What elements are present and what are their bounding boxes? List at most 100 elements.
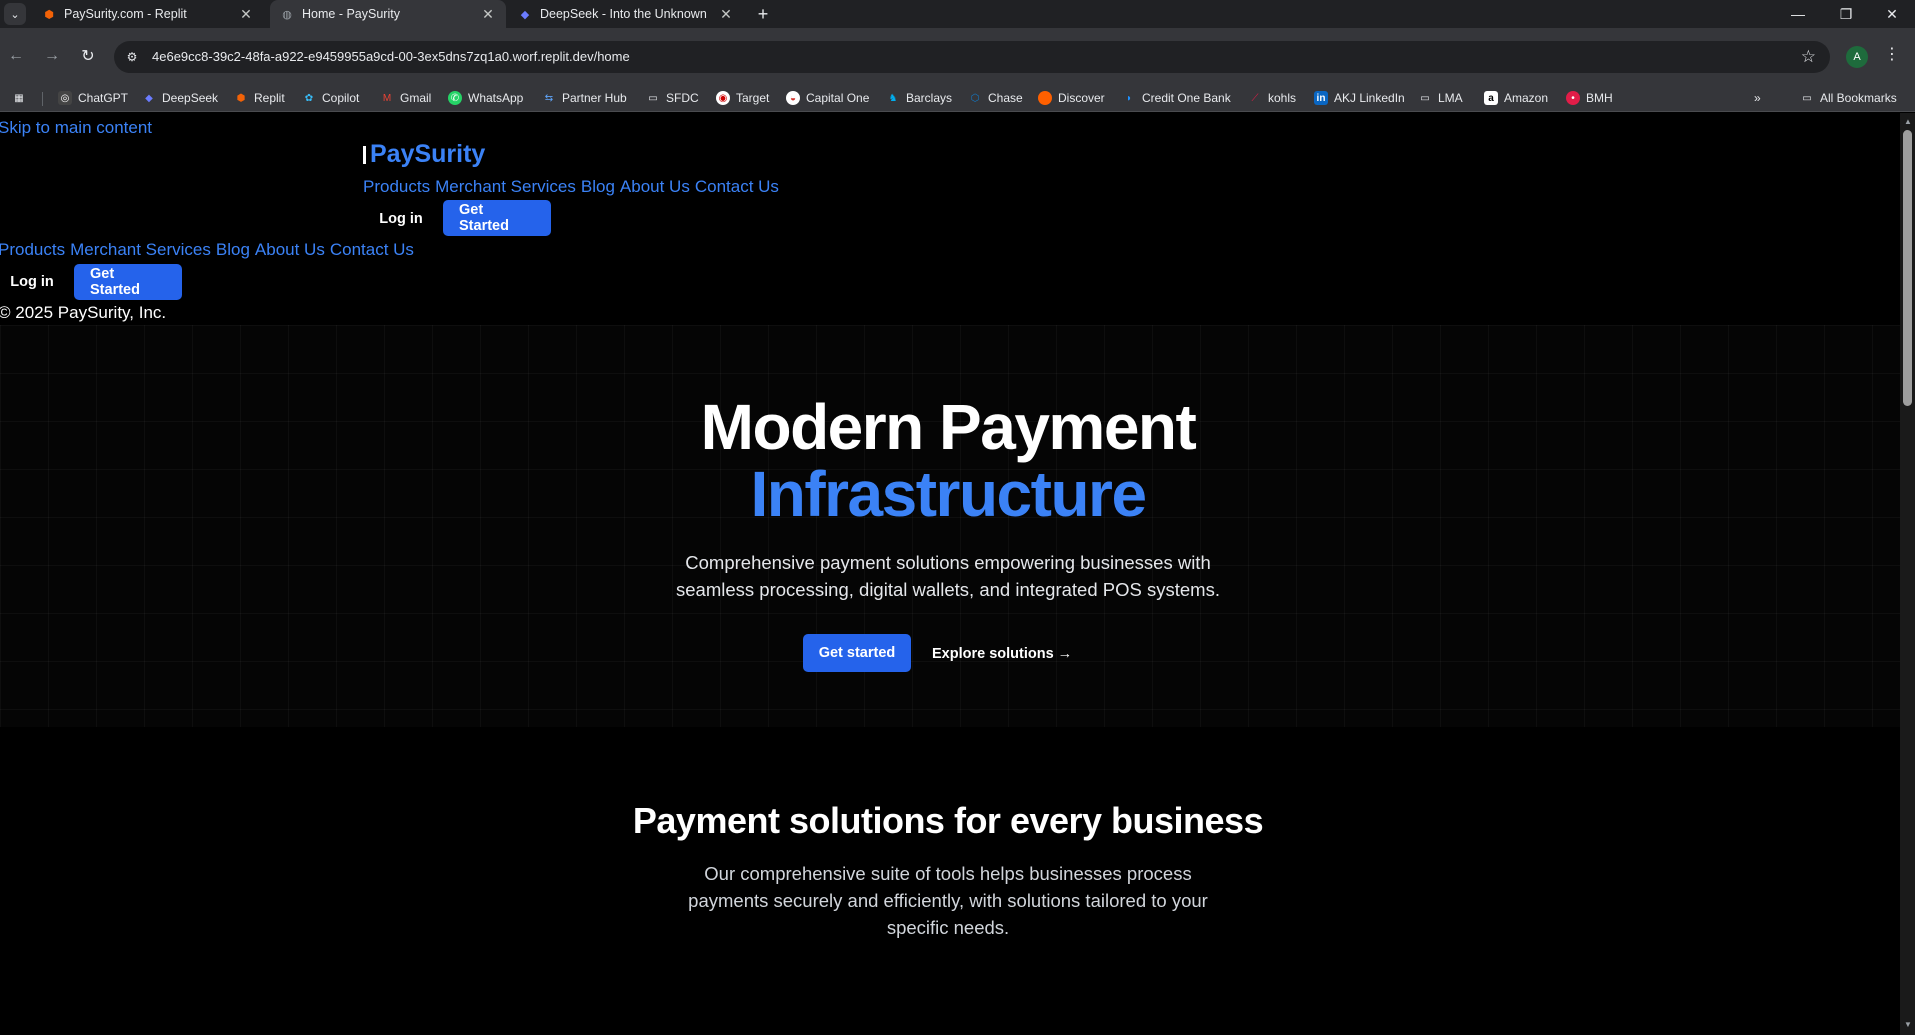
close-icon[interactable]: ✕ — [480, 6, 496, 23]
kohls-icon: ⟋ — [1251, 92, 1259, 104]
reload-icon[interactable]: ↻ — [78, 44, 98, 68]
bookmark-label: DeepSeek — [162, 91, 219, 105]
bookmark-divider — [42, 92, 43, 106]
chatgpt-icon: ◎ — [58, 91, 72, 105]
partner-hub-icon: ⇆ — [544, 92, 554, 104]
bookmark-label: BMH — [1586, 91, 1613, 105]
bookmark-gmail[interactable]: M Gmail — [380, 89, 432, 107]
all-bookmarks[interactable]: ▭ All Bookmarks — [1800, 89, 1897, 107]
close-icon[interactable]: ✕ — [718, 6, 734, 23]
get-started-button[interactable]: Get Started — [443, 200, 551, 236]
credit-one-icon: ◗ — [1125, 92, 1133, 104]
brand-name: PaySurity — [370, 140, 486, 168]
address-bar[interactable]: ⚙ 4e6e9cc8-39c2-48fa-a922-e9459955a9cd-0… — [114, 41, 1830, 73]
bookmark-sfdc[interactable]: ▭ SFDC — [646, 89, 698, 107]
replit-icon: ⬢ — [44, 8, 54, 21]
profile-avatar[interactable]: A — [1846, 46, 1868, 68]
all-bookmarks-label: All Bookmarks — [1820, 91, 1897, 105]
chase-icon: ⬡ — [970, 92, 980, 104]
login-button[interactable]: Log in — [369, 202, 433, 236]
close-icon[interactable]: ✕ — [238, 6, 254, 23]
nav-merchant-services[interactable]: Merchant Services — [435, 177, 576, 197]
bookmark-copilot[interactable]: ✿ Copilot — [302, 89, 360, 107]
nav-merchant-services[interactable]: Merchant Services — [70, 240, 211, 260]
tab-deepseek[interactable]: ◆ DeepSeek - Into the Unknown ✕ — [508, 0, 744, 28]
bookmark-label: Target — [736, 91, 770, 105]
nav-blog[interactable]: Blog — [216, 240, 250, 260]
restore-icon[interactable]: ❐ — [1823, 0, 1869, 28]
discover-icon — [1038, 91, 1052, 105]
bookmark-partner-hub[interactable]: ⇆ Partner Hub — [542, 89, 627, 107]
deepseek-icon: ◆ — [145, 92, 153, 104]
bookmark-chase[interactable]: ⬡ Chase — [968, 89, 1023, 107]
apps-grid-icon[interactable]: ▦ — [12, 89, 26, 107]
section-subtitle: Our comprehensive suite of tools helps b… — [688, 863, 1208, 938]
nav-about-us[interactable]: About Us — [255, 240, 325, 260]
bookmark-label: Replit — [254, 91, 285, 105]
bookmark-barclays[interactable]: ♞ Barclays — [886, 89, 953, 107]
section-title: Payment solutions for every business — [632, 800, 1264, 841]
bookmark-label: Gmail — [400, 91, 432, 105]
tab-title: DeepSeek - Into the Unknown — [540, 7, 707, 21]
window-close-icon[interactable]: ✕ — [1869, 0, 1915, 28]
nav-products[interactable]: Products — [0, 240, 65, 260]
bookmark-label: Copilot — [322, 91, 360, 105]
forward-icon[interactable]: → — [42, 44, 62, 68]
more-bookmarks-chevron-icon[interactable]: » — [1754, 89, 1761, 107]
hero-get-started-button[interactable]: Get started — [803, 634, 911, 672]
tab-paysurity-replit[interactable]: ⬢ PaySurity.com - Replit ✕ — [32, 0, 264, 28]
bookmark-chatgpt[interactable]: ◎ ChatGPT — [58, 89, 128, 107]
bookmark-star-icon[interactable]: ☆ — [1801, 47, 1816, 67]
minimize-icon[interactable]: — — [1775, 0, 1821, 28]
bookmark-deepseek[interactable]: ◆ DeepSeek — [142, 89, 218, 107]
bookmark-discover[interactable]: Discover — [1038, 89, 1105, 107]
bookmark-kohls[interactable]: ⟋ kohls — [1248, 89, 1297, 107]
hero-title-line2: Infrastructure — [750, 458, 1147, 530]
bookmark-whatsapp[interactable]: ✆ WhatsApp — [448, 89, 523, 107]
skip-to-main-link[interactable]: Skip to main content — [0, 118, 152, 138]
tab-title: Home - PaySurity — [302, 7, 400, 21]
bookmark-replit[interactable]: ⬢ Replit — [234, 89, 285, 107]
logo-mark-icon — [363, 145, 366, 164]
bookmark-target[interactable]: ◉ Target — [716, 89, 769, 107]
nav-contact-us[interactable]: Contact Us — [330, 240, 414, 260]
scroll-down-icon[interactable]: ▼ — [1904, 1020, 1912, 1029]
nav-about-us[interactable]: About Us — [620, 177, 690, 197]
bookmark-label: Amazon — [1504, 91, 1549, 105]
explore-solutions-link[interactable]: Explore solutions → — [932, 646, 1072, 662]
bookmark-bmh[interactable]: • BMH — [1566, 89, 1613, 107]
new-tab-button[interactable]: + — [752, 3, 774, 25]
bookmark-amazon[interactable]: a Amazon — [1484, 89, 1548, 107]
login-button[interactable]: Log in — [0, 265, 64, 299]
folder-icon: ▭ — [1420, 92, 1430, 104]
bookmark-capital-one[interactable]: ◒ Capital One — [786, 89, 869, 107]
header-nav: Products Merchant Services Blog About Us… — [363, 177, 779, 197]
bmh-icon: • — [1566, 91, 1580, 105]
bookmark-lma[interactable]: ▭ LMA — [1418, 89, 1462, 107]
grid-icon: ▦ — [14, 92, 24, 104]
get-started-button[interactable]: Get Started — [74, 264, 182, 300]
bookmark-label: AKJ LinkedIn — [1334, 91, 1405, 105]
scroll-up-icon[interactable]: ▲ — [1904, 117, 1912, 126]
tab-search-chevron-icon[interactable]: ⌄ — [4, 3, 26, 25]
menu-kebab-icon[interactable]: ⋮ — [1884, 44, 1900, 64]
tab-home-paysurity[interactable]: ◍ Home - PaySurity ✕ — [270, 0, 506, 28]
scrollbar-thumb[interactable] — [1903, 130, 1912, 406]
url-text: 4e6e9cc8-39c2-48fa-a922-e9459955a9cd-00-… — [152, 49, 630, 64]
barclays-icon: ♞ — [888, 92, 898, 104]
bookmark-akj-linkedin[interactable]: in AKJ LinkedIn — [1314, 89, 1405, 107]
bookmark-credit-one-bank[interactable]: ◗ Credit One Bank — [1122, 89, 1231, 107]
bookmark-label: Barclays — [906, 91, 953, 105]
bookmark-label: Chase — [988, 91, 1023, 105]
back-icon[interactable]: ← — [6, 44, 26, 68]
bookmark-label: Credit One Bank — [1142, 91, 1231, 105]
nav-contact-us[interactable]: Contact Us — [695, 177, 779, 197]
bookmark-label: WhatsApp — [468, 91, 524, 105]
bookmark-label: Discover — [1058, 91, 1105, 105]
site-info-icon[interactable]: ⚙ — [124, 49, 140, 65]
bookmark-label: Capital One — [806, 91, 870, 105]
globe-icon: ◍ — [282, 8, 292, 21]
nav-blog[interactable]: Blog — [581, 177, 615, 197]
nav-products[interactable]: Products — [363, 177, 430, 197]
brand-logo[interactable]: PaySurity — [363, 140, 485, 169]
